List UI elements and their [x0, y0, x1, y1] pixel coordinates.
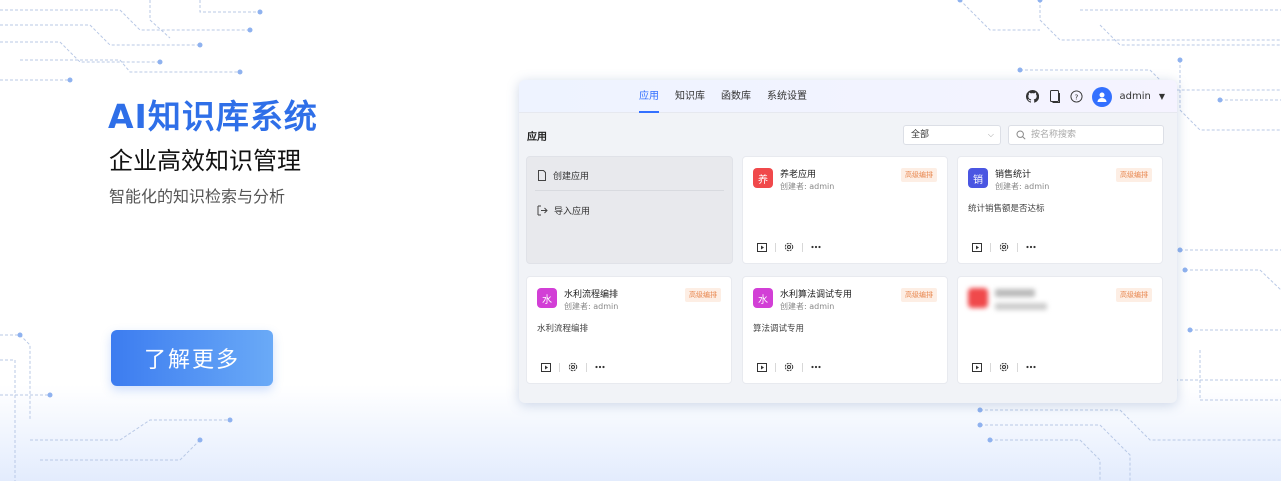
page-title: 应用 — [527, 132, 547, 143]
card-actions — [970, 361, 1038, 373]
divider — [535, 190, 724, 191]
app-card[interactable]: 销 销售统计 创建者: admin 高级编排 统计销售额是否达标 — [957, 156, 1163, 264]
app-avatar: 养 — [753, 168, 773, 188]
app-description: 算法调试专用 — [753, 324, 805, 334]
help-icon[interactable]: ? — [1070, 90, 1084, 104]
create-app-button[interactable]: 创建应用 — [537, 169, 589, 182]
app-creator: 创建者: admin — [995, 182, 1050, 191]
hero-subtitle: 企业高效知识管理 — [109, 147, 301, 175]
tab-function-library[interactable]: 函数库 — [713, 80, 759, 113]
separator — [802, 242, 803, 252]
nav-tabs: 应用 知识库 函数库 系统设置 — [631, 80, 815, 113]
settings-icon[interactable] — [782, 241, 796, 253]
card-actions — [539, 361, 607, 373]
app-creator-redacted — [995, 303, 1047, 310]
separator — [802, 362, 803, 372]
app-avatar: 水 — [537, 288, 557, 308]
tab-knowledge-base[interactable]: 知识库 — [667, 80, 713, 113]
filter-select[interactable]: 全部 ⌵ — [903, 125, 1001, 145]
create-app-panel: 创建应用 导入应用 — [526, 156, 733, 264]
separator — [586, 362, 587, 372]
create-app-label: 创建应用 — [553, 172, 590, 182]
more-icon[interactable] — [1024, 241, 1038, 253]
settings-icon[interactable] — [566, 361, 580, 373]
app-avatar: 销 — [968, 168, 988, 188]
app-name: 水利算法调试专用 — [780, 290, 853, 300]
separator — [559, 362, 560, 372]
play-icon[interactable] — [755, 361, 769, 373]
svg-text:?: ? — [1075, 92, 1079, 101]
play-icon[interactable] — [970, 361, 984, 373]
search-input[interactable]: 按名称搜索 — [1008, 125, 1164, 145]
user-name[interactable]: admin — [1120, 91, 1151, 102]
tab-system-settings[interactable]: 系统设置 — [759, 80, 815, 113]
more-icon[interactable] — [809, 361, 823, 373]
import-app-label: 导入应用 — [554, 207, 591, 217]
separator — [1017, 242, 1018, 252]
app-type-badge: 高级编排 — [1116, 288, 1152, 302]
play-icon[interactable] — [970, 241, 984, 253]
app-name: 水利流程编排 — [564, 290, 619, 300]
app-name-redacted — [995, 289, 1035, 297]
card-actions — [755, 241, 823, 253]
more-icon[interactable] — [809, 241, 823, 253]
app-card[interactable]: 高级编排 — [957, 276, 1163, 384]
settings-icon[interactable] — [782, 361, 796, 373]
separator — [990, 242, 991, 252]
settings-icon[interactable] — [997, 241, 1011, 253]
app-name: 养老应用 — [780, 170, 817, 180]
card-actions — [970, 241, 1038, 253]
app-card[interactable]: 水 水利流程编排 创建者: admin 高级编排 水利流程编排 — [526, 276, 732, 384]
search-icon — [1016, 130, 1026, 140]
app-card[interactable]: 养 养老应用 创建者: admin 高级编排 — [742, 156, 948, 264]
search-placeholder: 按名称搜索 — [1031, 130, 1077, 140]
play-icon[interactable] — [539, 361, 553, 373]
new-document-icon — [538, 170, 546, 181]
more-icon[interactable] — [1024, 361, 1038, 373]
nav-right-tools: ? admin ▼ — [1026, 80, 1165, 113]
chevron-down-icon: ⌵ — [987, 130, 994, 139]
app-creator: 创建者: admin — [780, 182, 835, 191]
app-name: 销售统计 — [995, 170, 1032, 180]
document-icon[interactable] — [1048, 90, 1062, 104]
app-card[interactable]: 水 水利算法调试专用 创建者: admin 高级编排 算法调试专用 — [742, 276, 948, 384]
app-description: 水利流程编排 — [537, 324, 589, 334]
app-type-badge: 高级编排 — [901, 168, 937, 182]
app-type-badge: 高级编排 — [1116, 168, 1152, 182]
app-creator: 创建者: admin — [564, 302, 619, 311]
separator — [775, 362, 776, 372]
github-icon[interactable] — [1026, 90, 1040, 104]
separator — [990, 362, 991, 372]
app-description: 统计销售额是否达标 — [968, 204, 1045, 214]
import-icon — [537, 205, 548, 216]
caret-down-icon[interactable]: ▼ — [1159, 92, 1165, 101]
app-avatar: 水 — [753, 288, 773, 308]
card-actions — [755, 361, 823, 373]
filter-select-value: 全部 — [911, 130, 930, 140]
app-type-badge: 高级编排 — [685, 288, 721, 302]
app-screenshot-window: 应用 知识库 函数库 系统设置 ? admin ▼ 应用 全部 ⌵ 按名称搜索 … — [519, 80, 1177, 403]
play-icon[interactable] — [755, 241, 769, 253]
app-avatar — [968, 288, 988, 308]
learn-more-button[interactable]: 了解更多 — [111, 330, 273, 386]
separator — [1017, 362, 1018, 372]
tab-apps[interactable]: 应用 — [631, 80, 667, 113]
hero-description: 智能化的知识检索与分析 — [109, 187, 286, 206]
app-creator: 创建者: admin — [780, 302, 835, 311]
separator — [775, 242, 776, 252]
hero-title: AI知识库系统 — [108, 97, 318, 136]
more-icon[interactable] — [593, 361, 607, 373]
app-type-badge: 高级编排 — [901, 288, 937, 302]
user-avatar[interactable] — [1091, 86, 1112, 107]
import-app-button[interactable]: 导入应用 — [537, 204, 590, 217]
settings-icon[interactable] — [997, 361, 1011, 373]
app-top-nav: 应用 知识库 函数库 系统设置 ? admin ▼ — [519, 80, 1177, 113]
